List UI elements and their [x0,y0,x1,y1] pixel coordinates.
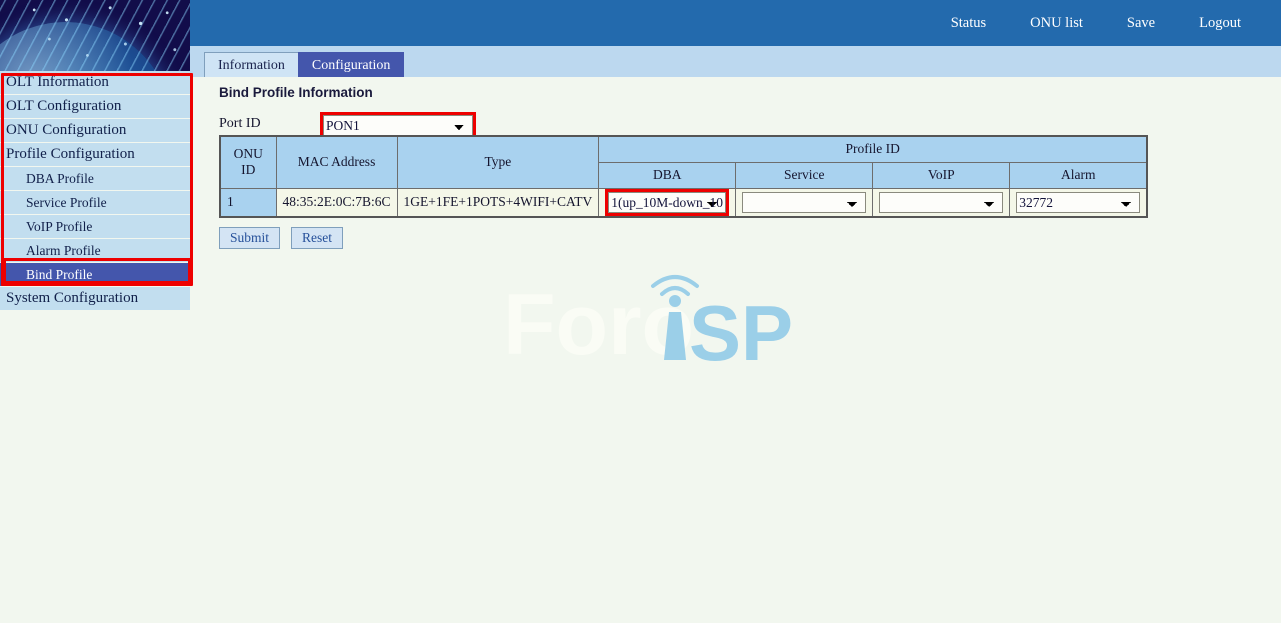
signal-arc-outer [653,277,697,286]
service-profile-select[interactable] [742,192,866,213]
topnav-link-save[interactable]: Save [1105,15,1177,32]
tower-body [664,312,686,360]
fiber-dots-graphic [0,0,190,71]
cell-alarm: 32772 [1010,188,1148,217]
sidebar-menu: OLT Information OLT Configuration ONU Co… [0,71,190,311]
topnav-link-logout[interactable]: Logout [1177,15,1263,32]
table-head: ONU ID MAC Address Type Profile ID DBA S… [220,136,1147,188]
reset-button[interactable]: Reset [291,227,343,249]
dba-profile-select[interactable]: 1(up_10M-down_10 [608,192,726,213]
th-mac-address: MAC Address [276,136,397,188]
main-content: Foro SP Bind Profile Information Port ID… [190,77,1281,623]
sidebar-item-dba-profile[interactable]: DBA Profile [0,167,190,190]
th-onu-id: ONU ID [220,136,276,188]
port-id-select[interactable]: PON1 [323,115,473,136]
voip-profile-select[interactable] [879,192,1003,213]
watermark-foro-text: Foro [503,277,694,373]
port-id-label: Port ID [219,116,261,132]
tower-dot [669,295,681,307]
signal-arc-inner [662,288,688,294]
cell-onu-id: 1 [220,188,276,217]
submit-button[interactable]: Submit [219,227,280,249]
th-type: Type [397,136,599,188]
foroisp-watermark: Foro SP [503,262,803,377]
sidebar-item-profile-configuration[interactable]: Profile Configuration [0,143,190,166]
topnav-link-onu-list[interactable]: ONU list [1008,15,1105,32]
th-dba: DBA [599,162,736,188]
page-root: Status ONU list Save Logout Information … [0,0,1281,623]
th-service: Service [736,162,873,188]
cell-service [736,188,873,217]
tab-information[interactable]: Information [204,52,299,77]
cell-voip [873,188,1010,217]
table-row: 1 48:35:2E:0C:7B:6C 1GE+1FE+1POTS+4WIFI+… [220,188,1147,217]
table-body: 1 48:35:2E:0C:7B:6C 1GE+1FE+1POTS+4WIFI+… [220,188,1147,217]
alarm-profile-select[interactable]: 32772 [1016,192,1140,213]
th-profile-id-group: Profile ID [599,136,1148,162]
page-title: Bind Profile Information [219,85,373,100]
top-bar: Status ONU list Save Logout [190,0,1281,46]
tab-strip: Information Configuration [190,46,1281,77]
sidebar-item-onu-configuration[interactable]: ONU Configuration [0,119,190,142]
cell-mac-address: 48:35:2E:0C:7B:6C [276,188,397,217]
header-banner-image [0,0,190,71]
sidebar-item-olt-configuration[interactable]: OLT Configuration [0,95,190,118]
top-navigation: Status ONU list Save Logout [929,0,1263,46]
th-alarm: Alarm [1010,162,1148,188]
sidebar-item-olt-information[interactable]: OLT Information [0,71,190,94]
sidebar-item-system-configuration[interactable]: System Configuration [0,287,190,310]
tab-configuration[interactable]: Configuration [298,52,405,77]
sidebar-item-alarm-profile[interactable]: Alarm Profile [0,239,190,262]
bind-profile-table: ONU ID MAC Address Type Profile ID DBA S… [219,135,1148,218]
cell-dba: 1(up_10M-down_10 [599,188,736,217]
table-header-row-1: ONU ID MAC Address Type Profile ID [220,136,1147,162]
topnav-link-status[interactable]: Status [929,15,1008,32]
sidebar-item-voip-profile[interactable]: VoIP Profile [0,215,190,238]
sidebar-item-bind-profile[interactable]: Bind Profile [0,263,190,286]
cell-type: 1GE+1FE+1POTS+4WIFI+CATV [397,188,599,217]
highlight-box-dba: 1(up_10M-down_10 [605,189,729,216]
watermark-sp-text: SP [689,289,793,377]
watermark-svg: Foro SP [503,262,803,377]
form-actions: Submit Reset [219,227,343,249]
th-voip: VoIP [873,162,1010,188]
sidebar-item-service-profile[interactable]: Service Profile [0,191,190,214]
